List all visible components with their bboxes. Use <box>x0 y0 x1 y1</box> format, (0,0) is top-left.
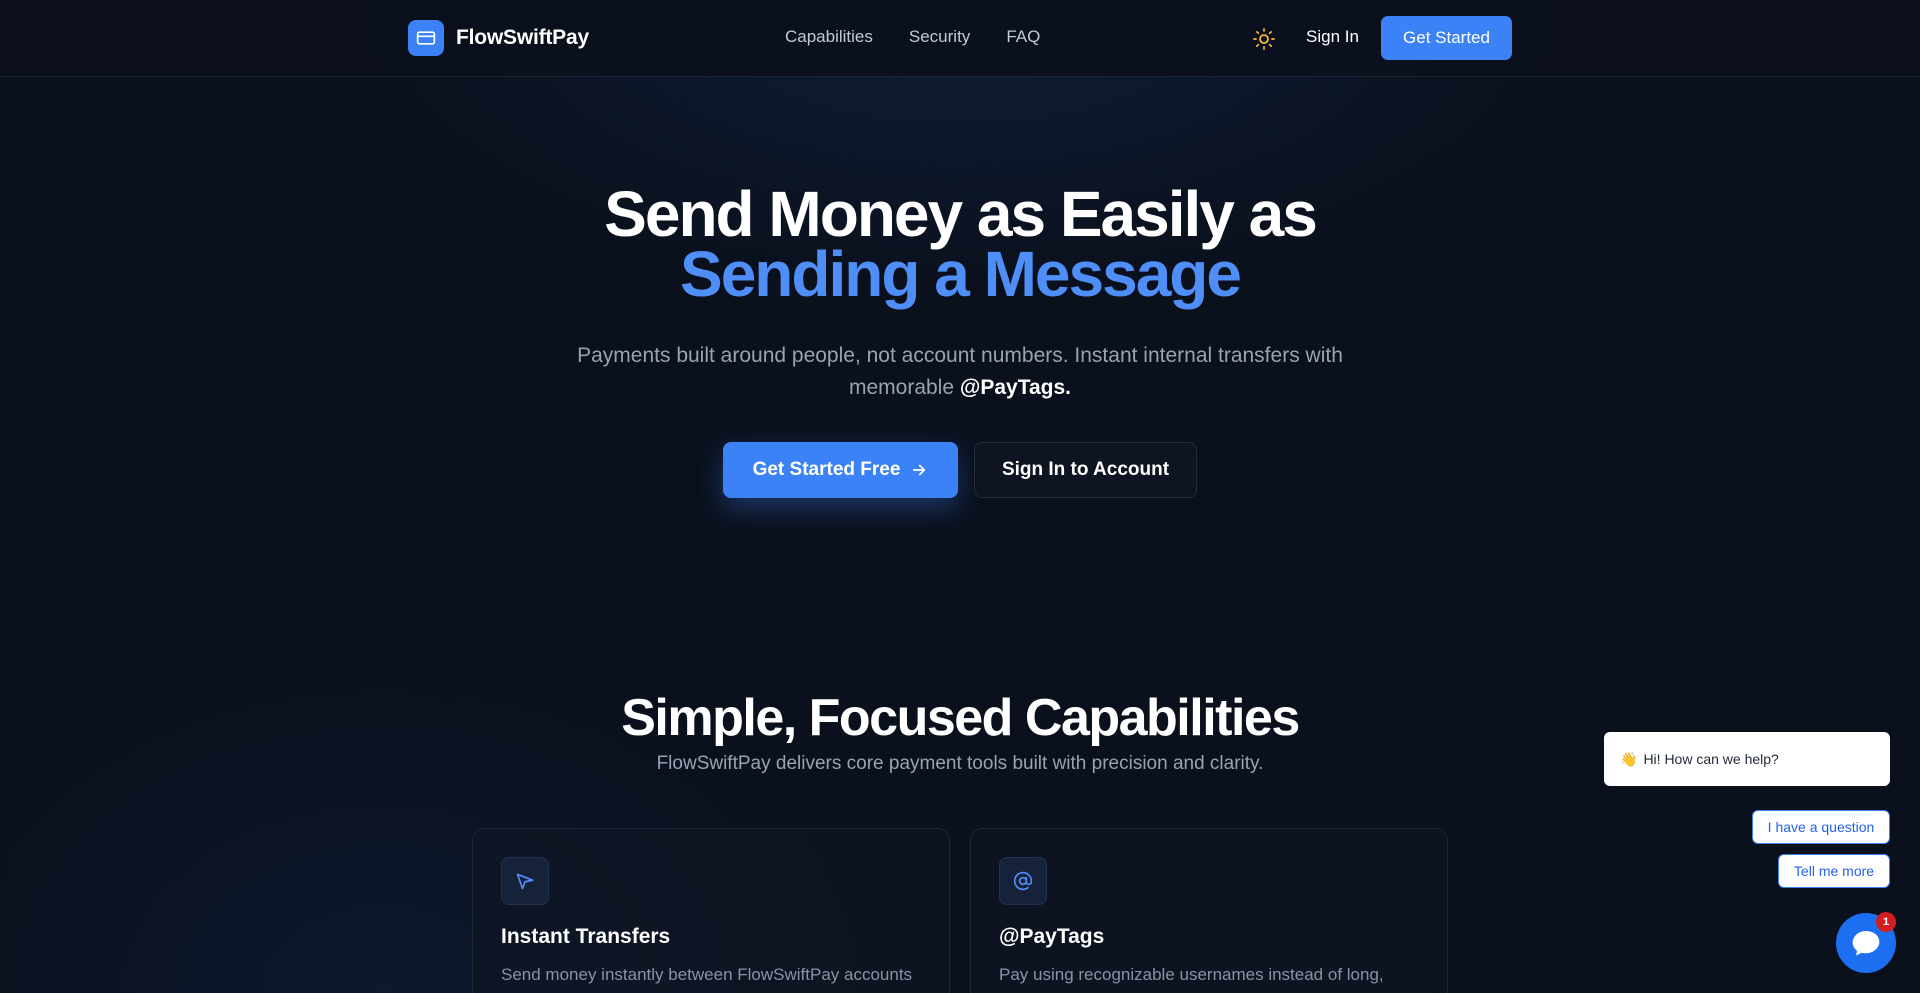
capability-card-paytags: @PayTags Pay using recognizable username… <box>970 828 1448 993</box>
hero-title: Send Money as Easily as Sending a Messag… <box>0 178 1920 310</box>
chat-option-question[interactable]: I have a question <box>1752 810 1890 844</box>
sign-in-link[interactable]: Sign In <box>1306 27 1359 47</box>
send-icon <box>501 857 549 905</box>
hero-subtitle: Payments built around people, not accoun… <box>560 340 1360 404</box>
unread-badge: 1 <box>1876 912 1896 932</box>
brand[interactable]: FlowSwiftPay <box>408 20 589 56</box>
chat-greeting-bubble: 👋 Hi! How can we help? <box>1604 732 1890 786</box>
capability-card-instant-transfers: Instant Transfers Send money instantly b… <box>472 828 950 993</box>
credit-card-icon <box>408 20 444 56</box>
get-started-button[interactable]: Get Started <box>1381 16 1512 60</box>
sun-icon[interactable] <box>1252 27 1276 51</box>
chat-greeting-text: Hi! How can we help? <box>1643 751 1779 767</box>
top-navigation: FlowSwiftPay Capabilities Security FAQ S… <box>0 0 1920 77</box>
hero-subtitle-paytags: @PayTags. <box>959 376 1072 399</box>
get-started-free-button[interactable]: Get Started Free <box>723 442 958 498</box>
brand-name: FlowSwiftPay <box>456 26 589 49</box>
card-description: Pay using recognizable usernames instead… <box>999 965 1384 993</box>
hero-title-line-1: Send Money as Easily as <box>604 178 1318 250</box>
get-started-free-label: Get Started Free <box>752 459 901 480</box>
wave-icon: 👋 <box>1620 750 1638 767</box>
arrow-right-icon <box>913 464 926 476</box>
nav-link-faq[interactable]: FAQ <box>1006 27 1040 47</box>
nav-links: Capabilities Security FAQ <box>785 27 1040 47</box>
nav-link-security[interactable]: Security <box>909 27 970 47</box>
hero-actions: Get Started Free Sign In to Account <box>723 442 1197 498</box>
sign-in-to-account-button[interactable]: Sign In to Account <box>974 442 1197 498</box>
card-title: @PayTags <box>999 925 1105 948</box>
hero-title-line-2: Sending a Message <box>680 238 1242 310</box>
chat-icon <box>1852 931 1880 956</box>
card-title: Instant Transfers <box>501 925 671 948</box>
card-description: Send money instantly between FlowSwiftPa… <box>501 965 913 993</box>
at-sign-icon <box>999 857 1047 905</box>
chat-option-tell-more[interactable]: Tell me more <box>1778 854 1890 888</box>
nav-link-capabilities[interactable]: Capabilities <box>785 27 873 47</box>
